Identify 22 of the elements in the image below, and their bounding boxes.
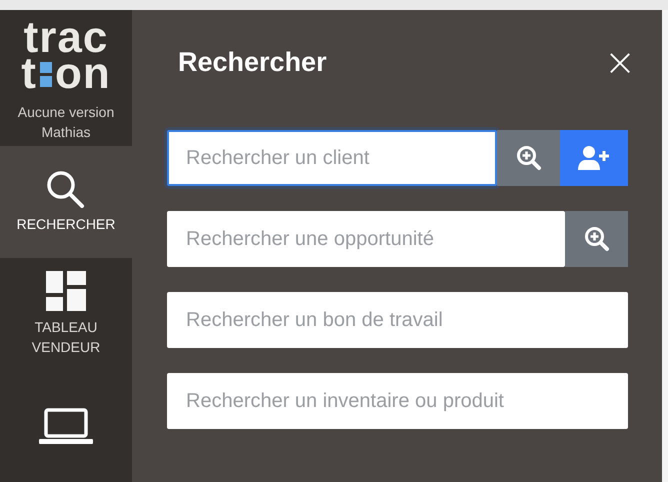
close-button[interactable]: × — [604, 43, 636, 81]
logo-text: on — [54, 56, 111, 92]
add-client-button[interactable] — [560, 130, 628, 186]
laptop-icon — [39, 408, 93, 444]
nav-item[interactable]: RECHERCHER — [0, 146, 132, 258]
logo-colon-icon — [38, 59, 53, 89]
logo-text: trac — [24, 20, 108, 56]
search-icon — [46, 170, 86, 208]
user-name: Mathias — [41, 123, 91, 142]
search-field[interactable]: Rechercher un inventaire ou produit — [167, 373, 628, 429]
search-field[interactable]: Rechercher un bon de travail — [167, 292, 628, 348]
search-button[interactable] — [565, 211, 628, 267]
add-user-icon — [578, 145, 610, 171]
zoom-in-icon — [584, 226, 610, 252]
version-label: Aucune version — [18, 103, 114, 122]
search-button[interactable] — [497, 130, 560, 186]
search-field[interactable]: Rechercher une opportunité — [167, 211, 565, 267]
panel-title: Rechercher — [178, 46, 327, 78]
logo-text: t — [21, 56, 37, 92]
zoom-in-icon — [516, 145, 542, 171]
search-field[interactable]: Rechercher un client — [167, 130, 497, 186]
dashboard-icon — [46, 271, 86, 311]
